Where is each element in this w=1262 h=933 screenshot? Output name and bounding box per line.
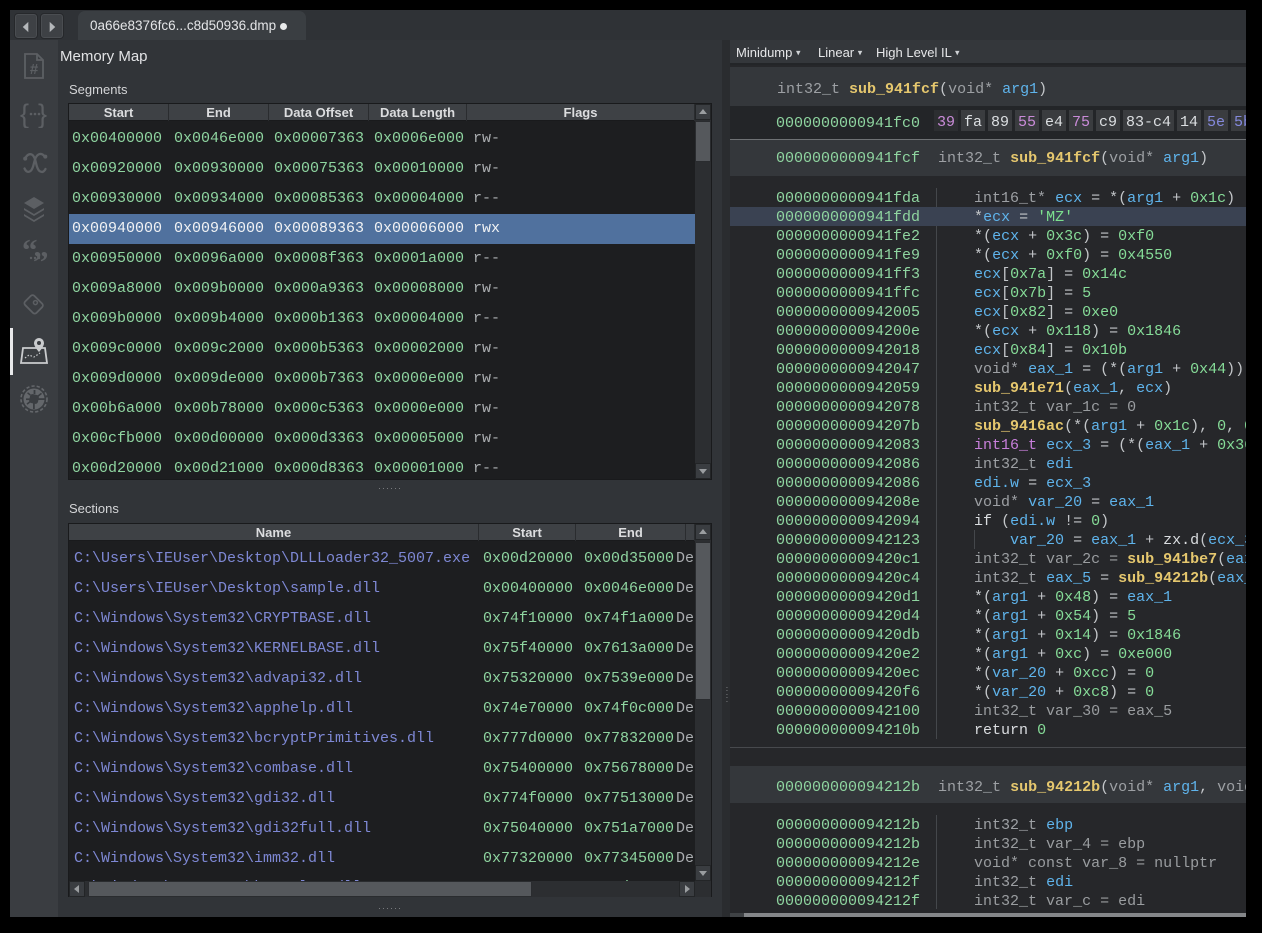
- svg-text:{: {: [20, 100, 29, 128]
- svg-text:#: #: [30, 61, 39, 78]
